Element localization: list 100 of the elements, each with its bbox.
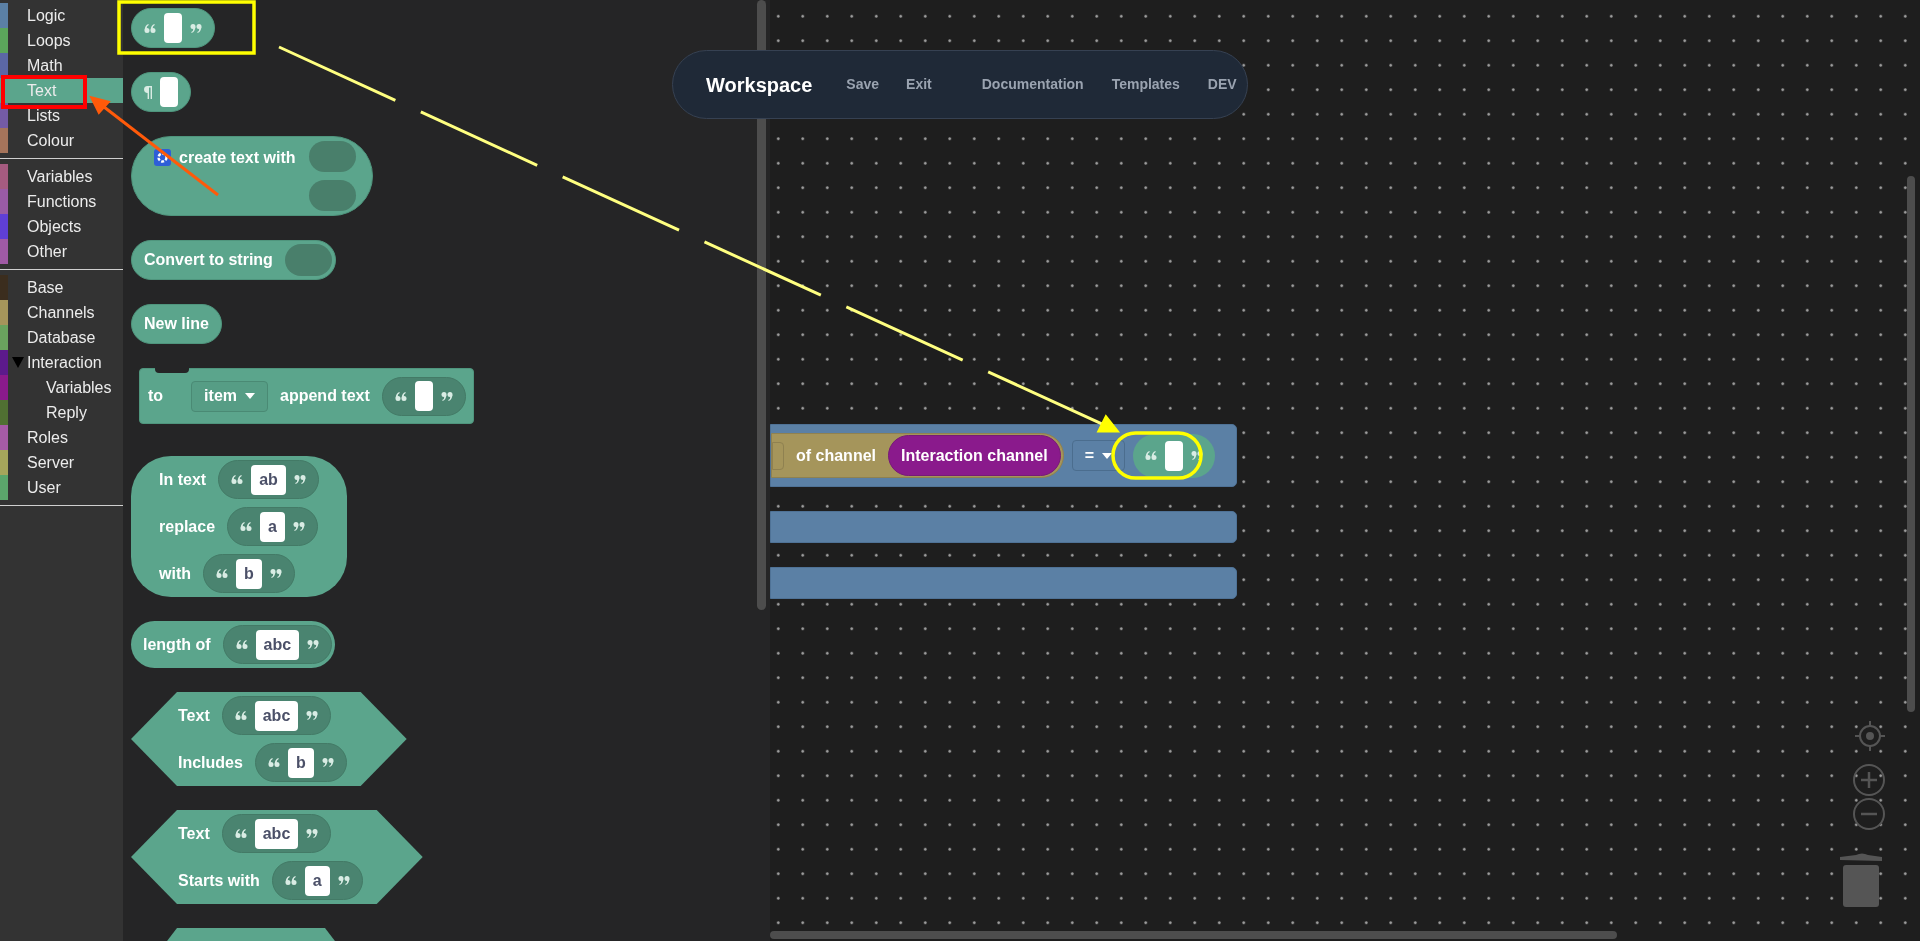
block-label: Convert to string: [144, 250, 273, 270]
block-label: append text: [280, 386, 370, 406]
text-input[interactable]: b: [203, 554, 295, 593]
pilcrow-icon: [144, 85, 152, 99]
open-quote-icon: [1145, 450, 1158, 461]
close-quote-icon: [337, 875, 350, 886]
open-quote-icon: [234, 828, 247, 839]
block-label: Starts with: [178, 870, 260, 891]
open-quote-icon: [394, 390, 407, 402]
channel-pill[interactable]: Interaction channel: [888, 435, 1061, 476]
close-quote-icon: [190, 22, 202, 34]
text-field[interactable]: abc: [255, 629, 300, 660]
category-item[interactable]: Other: [0, 239, 123, 264]
block-label: Text: [178, 823, 210, 844]
open-quote-icon: [235, 639, 248, 650]
dropdown-edge[interactable]: [772, 441, 784, 470]
category-item[interactable]: Objects: [0, 214, 123, 239]
close-quote-icon: [292, 521, 305, 532]
category-item[interactable]: Channels: [0, 300, 123, 325]
category-item[interactable]: Base: [0, 275, 123, 300]
category-item[interactable]: User: [0, 475, 123, 500]
text-field[interactable]: a: [304, 865, 330, 896]
trash-icon[interactable]: [1840, 852, 1882, 910]
text-field[interactable]: [1165, 440, 1184, 471]
text-input[interactable]: abc: [221, 696, 332, 735]
category-item[interactable]: Database: [0, 325, 123, 350]
category-item[interactable]: Lists: [0, 103, 123, 128]
nav-link[interactable]: Templates: [1111, 74, 1180, 95]
text-input[interactable]: b: [254, 743, 347, 782]
text-field[interactable]: abc: [254, 818, 299, 849]
recenter-icon[interactable]: [1855, 721, 1885, 751]
vertical-scrollbar[interactable]: [1907, 176, 1915, 712]
block-label: replace: [159, 516, 216, 537]
category-item[interactable]: Math: [0, 53, 123, 78]
category-item[interactable]: Variables: [0, 164, 123, 189]
nav-link[interactable]: Documentation: [981, 74, 1084, 95]
text-field[interactable]: abc: [254, 700, 299, 731]
open-quote-icon: [231, 474, 244, 485]
open-quote-icon: [216, 568, 228, 579]
horizontal-scrollbar[interactable]: [770, 931, 1617, 939]
close-quote-icon: [269, 568, 282, 579]
close-quote-icon: [321, 757, 334, 768]
text-field[interactable]: [164, 13, 182, 43]
block-label: In text: [159, 469, 207, 490]
statement-block[interactable]: [770, 567, 1237, 599]
close-quote-icon: [293, 474, 306, 485]
text-input[interactable]: a: [271, 861, 363, 900]
condition-block[interactable]: of channel Interaction channel =: [770, 424, 1237, 487]
text-function-block[interactable]: length of abc: [131, 621, 336, 668]
open-quote-icon: [267, 757, 280, 768]
category-item[interactable]: Loops: [0, 28, 123, 53]
text-block[interactable]: [131, 8, 215, 48]
category-item[interactable]: Logic: [0, 3, 123, 28]
zoom-in-icon[interactable]: [1852, 763, 1886, 797]
block-label: to: [148, 386, 164, 406]
statement-block[interactable]: [770, 511, 1237, 543]
zoom-out-icon[interactable]: [1852, 797, 1886, 831]
empty-input-slot: [309, 141, 356, 172]
text-field[interactable]: b: [287, 747, 314, 778]
workspace-title: Workspace: [706, 72, 813, 98]
close-quote-icon: [306, 710, 319, 721]
text-function-block[interactable]: In text ab replace a with b: [131, 456, 347, 597]
text-field[interactable]: a: [260, 511, 285, 542]
category-item[interactable]: Reply: [0, 400, 123, 425]
channel-block[interactable]: of channel Interaction channel: [771, 433, 1064, 478]
close-quote-icon: [307, 639, 320, 650]
category-item[interactable]: Roles: [0, 425, 123, 450]
category-item[interactable]: Server: [0, 450, 123, 475]
text-field[interactable]: [160, 77, 178, 107]
block-label: with: [159, 563, 191, 584]
nav-link[interactable]: Save: [846, 74, 880, 95]
category-item[interactable]: Functions: [0, 189, 123, 214]
category-item[interactable]: Interaction: [0, 350, 123, 375]
category-item[interactable]: Colour: [0, 128, 123, 153]
block-label: Text: [178, 705, 210, 726]
operator-dropdown[interactable]: =: [1071, 440, 1126, 471]
text-field[interactable]: b: [236, 558, 262, 589]
open-quote-icon: [240, 521, 253, 532]
expanded-triangle-icon[interactable]: [11, 357, 24, 368]
nav-link[interactable]: Exit: [906, 74, 932, 95]
open-quote-icon: [144, 22, 156, 34]
close-quote-icon: [440, 390, 453, 402]
text-input[interactable]: ab: [218, 460, 319, 499]
text-check-block[interactable]: Text abc Starts with a: [131, 810, 423, 904]
nav-link[interactable]: DEV: [1207, 74, 1237, 95]
open-quote-icon: [234, 710, 247, 721]
text-input[interactable]: abc: [221, 814, 332, 853]
text-check-block[interactable]: Text abc Includes b: [131, 692, 407, 786]
multiline-text-block[interactable]: [131, 72, 191, 112]
caret-icon: [1102, 452, 1113, 459]
block-label: length of: [143, 634, 211, 655]
text-field[interactable]: ab: [251, 464, 286, 495]
text-input[interactable]: abc: [222, 625, 333, 664]
text-input[interactable]: a: [227, 507, 318, 546]
block-label: of channel: [796, 445, 876, 466]
open-quote-icon: [284, 875, 297, 886]
category-item[interactable]: Variables: [0, 375, 123, 400]
text-input[interactable]: [381, 376, 466, 416]
block-label: create text with: [179, 149, 296, 167]
text-field[interactable]: [414, 381, 433, 411]
